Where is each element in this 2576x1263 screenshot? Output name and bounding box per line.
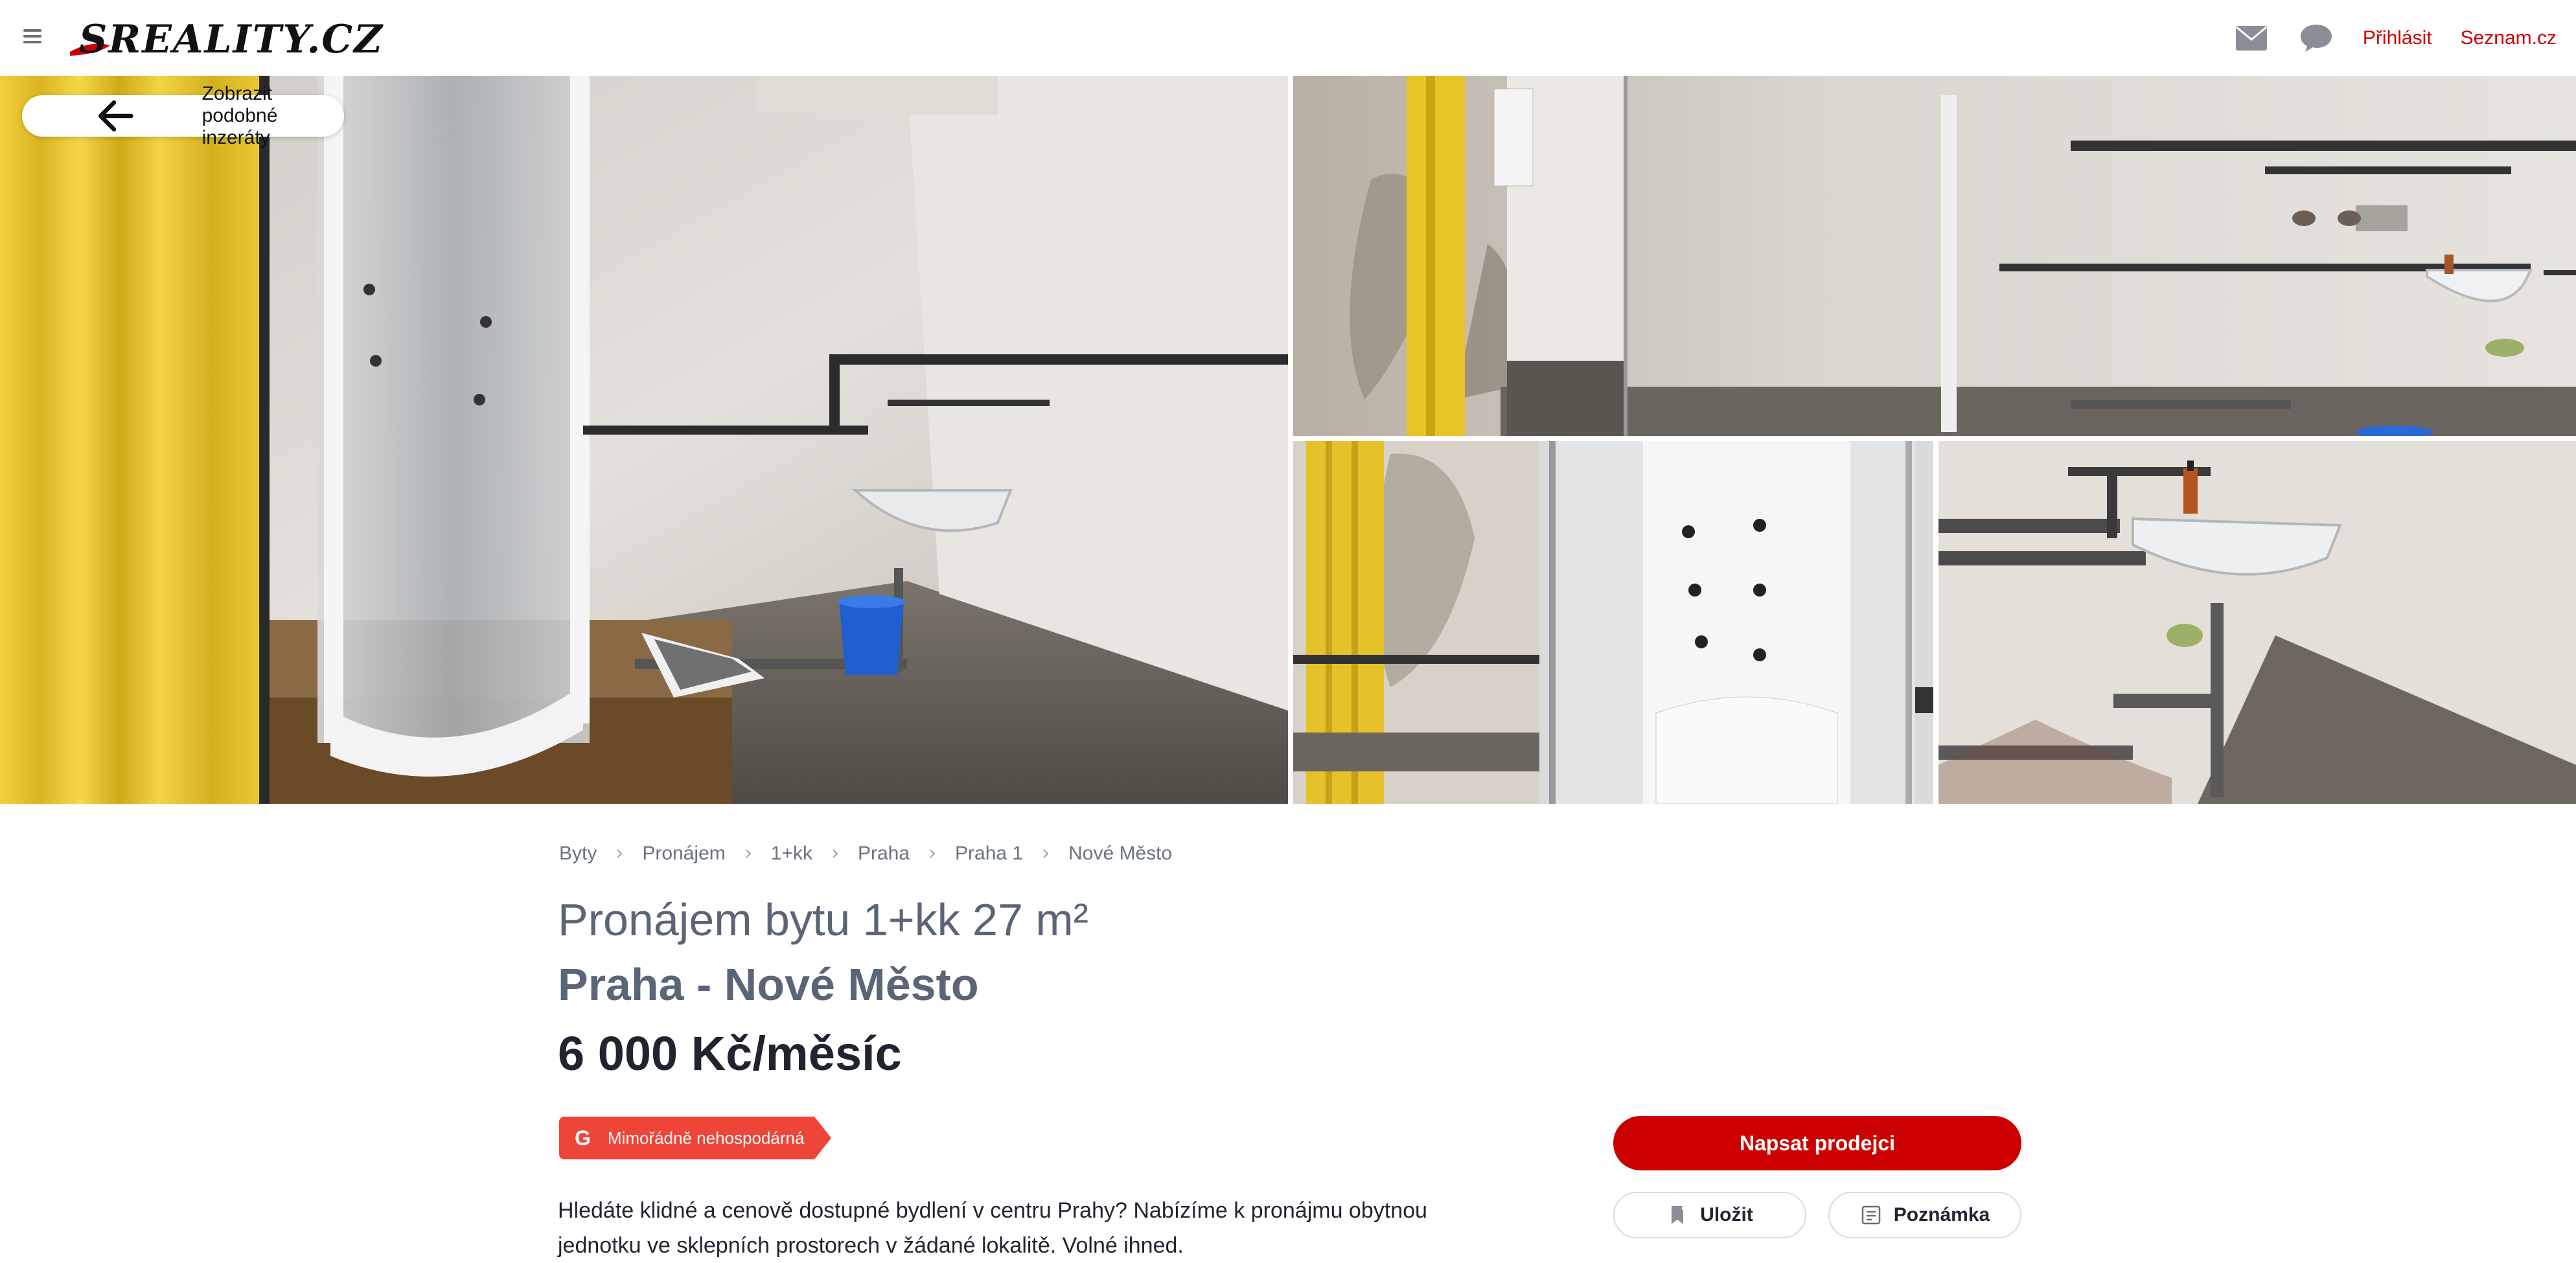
listing-location: Praha - Nové Město bbox=[558, 959, 979, 1010]
breadcrumb-item-pronajem[interactable]: Pronájem bbox=[642, 843, 725, 865]
bookmark-icon bbox=[1672, 1206, 1686, 1224]
contact-seller-label: Napsat prodejci bbox=[1739, 1131, 1896, 1155]
mail-icon[interactable] bbox=[2233, 20, 2270, 56]
chevron-right-icon bbox=[617, 849, 623, 858]
gallery-photo-4[interactable] bbox=[1938, 441, 2576, 804]
menu-icon[interactable] bbox=[23, 27, 41, 45]
arrow-left-icon bbox=[98, 100, 133, 131]
energy-badge-body: G Mimořádně nehospodárná bbox=[559, 1117, 815, 1159]
energy-class-label: Mimořádně nehospodárná bbox=[607, 1128, 805, 1148]
gallery-photo-2[interactable] bbox=[1293, 76, 2576, 436]
show-similar-button[interactable]: Zobrazit podobné inzeráty bbox=[22, 83, 344, 148]
note-label: Poznámka bbox=[1893, 1204, 1990, 1225]
chevron-right-icon bbox=[930, 849, 936, 858]
note-icon bbox=[1861, 1205, 1881, 1225]
note-button[interactable]: Poznámka bbox=[1828, 1192, 2021, 1238]
header-right: Přihlásit Seznam.cz bbox=[2233, 0, 2557, 76]
save-label: Uložit bbox=[1700, 1204, 1753, 1225]
show-similar-label: Zobrazit podobné inzeráty bbox=[201, 83, 278, 148]
chevron-right-icon bbox=[1043, 849, 1049, 858]
chat-icon[interactable] bbox=[2298, 20, 2334, 56]
breadcrumb-item-praha-1[interactable]: Praha 1 bbox=[955, 843, 1023, 865]
energy-class-badge[interactable]: G Mimořádně nehospodárná bbox=[559, 1117, 832, 1159]
logo-text: SREALITY.CZ bbox=[79, 17, 384, 62]
breadcrumb: Byty Pronájem 1+kk Praha Praha 1 Nové Mě… bbox=[559, 839, 1172, 868]
login-link[interactable]: Přihlásit bbox=[2363, 27, 2432, 49]
listing-description: Hledáte klidné a cenově dostupné bydlení… bbox=[558, 1198, 1427, 1258]
energy-badge-arrow bbox=[814, 1117, 832, 1159]
listing-price: 6 000 Kč/měsíc bbox=[558, 1027, 902, 1080]
photo-gallery: Zobrazit podobné inzeráty bbox=[0, 76, 2576, 804]
top-header: SREALITY.CZ Přihlásit Seznam.cz bbox=[0, 0, 2576, 76]
breadcrumb-item-byty[interactable]: Byty bbox=[559, 843, 597, 865]
seznam-link[interactable]: Seznam.cz bbox=[2461, 27, 2557, 49]
gallery-photo-3[interactable] bbox=[1293, 441, 1933, 804]
save-button[interactable]: Uložit bbox=[1613, 1192, 1806, 1238]
chevron-right-icon bbox=[746, 849, 752, 858]
energy-class-letter: G bbox=[575, 1126, 591, 1150]
sreality-logo[interactable]: SREALITY.CZ bbox=[65, 14, 382, 62]
breadcrumb-item-1kk[interactable]: 1+kk bbox=[771, 843, 812, 865]
breadcrumb-item-nove-mesto[interactable]: Nové Město bbox=[1068, 843, 1172, 865]
chevron-right-icon bbox=[833, 849, 838, 858]
gallery-photo-main[interactable]: Zobrazit podobné inzeráty bbox=[0, 76, 1288, 804]
listing-title: Pronájem bytu 1+kk 27 m² bbox=[558, 894, 1088, 945]
breadcrumb-item-praha[interactable]: Praha bbox=[858, 843, 910, 865]
contact-seller-button[interactable]: Napsat prodejci bbox=[1613, 1116, 2021, 1170]
